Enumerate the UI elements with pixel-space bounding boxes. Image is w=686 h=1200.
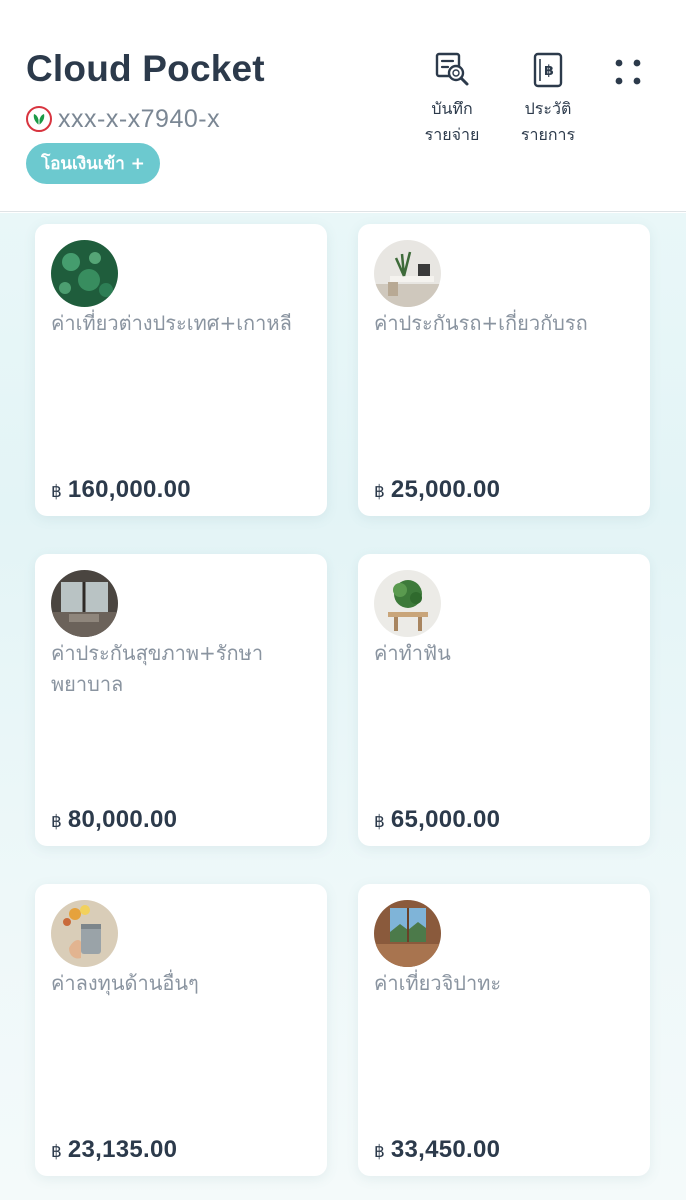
history-button[interactable]: ฿ ประวัติ รายการ [503,50,593,148]
pocket-card[interactable]: ค่าประกันสุขภาพ+รักษาพยาบาล ฿ 80,000.00 [35,554,327,846]
pocket-image [51,570,118,637]
pocket-name: ค่าทำฟัน [374,641,451,665]
svg-text:฿: ฿ [544,63,554,79]
baht-symbol: ฿ [374,1142,385,1162]
account-info: xxx-x-x7940-x [26,104,220,134]
pocket-balance: ฿ 25,000.00 [374,476,500,504]
baht-symbol: ฿ [51,812,62,832]
pocket-balance: ฿ 23,135.00 [51,1136,177,1164]
app-header: Cloud Pocket xxx-x-x7940-x โอนเงินเข้า +… [0,0,686,212]
bank-logo-icon [26,106,52,132]
pocket-amount: 80,000.00 [67,806,178,833]
baht-symbol: ฿ [374,812,385,832]
pocket-card[interactable]: ค่าทำฟัน ฿ 65,000.00 [358,554,650,846]
pocket-card[interactable]: ค่าเที่ยวต่างประเทศ+เกาหลี ฿ 160,000.00 [35,224,327,516]
baht-symbol: ฿ [374,482,385,502]
pocket-amount: 33,450.00 [390,1136,501,1163]
pocket-image [51,900,118,967]
pocket-image [374,240,441,307]
pocket-amount: 65,000.00 [390,806,501,833]
pocket-amount: 160,000.00 [67,476,191,503]
account-number: xxx-x-x7940-x [58,104,221,133]
pocket-name: ค่าประกันรถ+เกี่ยวกับรถ [374,311,588,335]
pocket-balance: ฿ 80,000.00 [51,806,177,834]
pocket-balance: ฿ 33,450.00 [374,1136,500,1164]
pocket-card[interactable]: ค่าเที่ยวจิปาทะ ฿ 33,450.00 [358,884,650,1176]
pocket-amount: 23,135.00 [67,1136,178,1163]
pocket-name: ค่าเที่ยวจิปาทะ [374,971,502,995]
record-expense-label: บันทึก รายจ่าย [424,99,480,144]
pocket-name: ค่าประกันสุขภาพ+รักษาพยาบาล [51,641,264,696]
baht-history-icon: ฿ [533,52,563,88]
pocket-image [51,240,118,307]
pocket-card[interactable]: ค่าลงทุนด้านอื่นๆ ฿ 23,135.00 [35,884,327,1176]
pocket-grid: ค่าเที่ยวต่างประเทศ+เกาหลี ฿ 160,000.00 … [0,213,686,1200]
baht-symbol: ฿ [51,482,62,502]
expense-record-icon [435,52,469,86]
record-expense-button[interactable]: บันทึก รายจ่าย [407,50,497,148]
history-label: ประวัติ รายการ [520,99,576,144]
pocket-image [374,570,441,637]
pocket-image [374,900,441,967]
pocket-balance: ฿ 65,000.00 [374,806,500,834]
transfer-in-button[interactable]: โอนเงินเข้า + [26,143,160,184]
pocket-amount: 25,000.00 [390,476,501,503]
baht-symbol: ฿ [51,1142,62,1162]
page-title: Cloud Pocket [26,48,265,89]
dots-grid-icon[interactable] [610,54,646,90]
pocket-balance: ฿ 160,000.00 [51,476,191,504]
pocket-card[interactable]: ค่าประกันรถ+เกี่ยวกับรถ ฿ 25,000.00 [358,224,650,516]
pocket-name: ค่าเที่ยวต่างประเทศ+เกาหลี [51,311,292,335]
pocket-name: ค่าลงทุนด้านอื่นๆ [51,971,199,995]
